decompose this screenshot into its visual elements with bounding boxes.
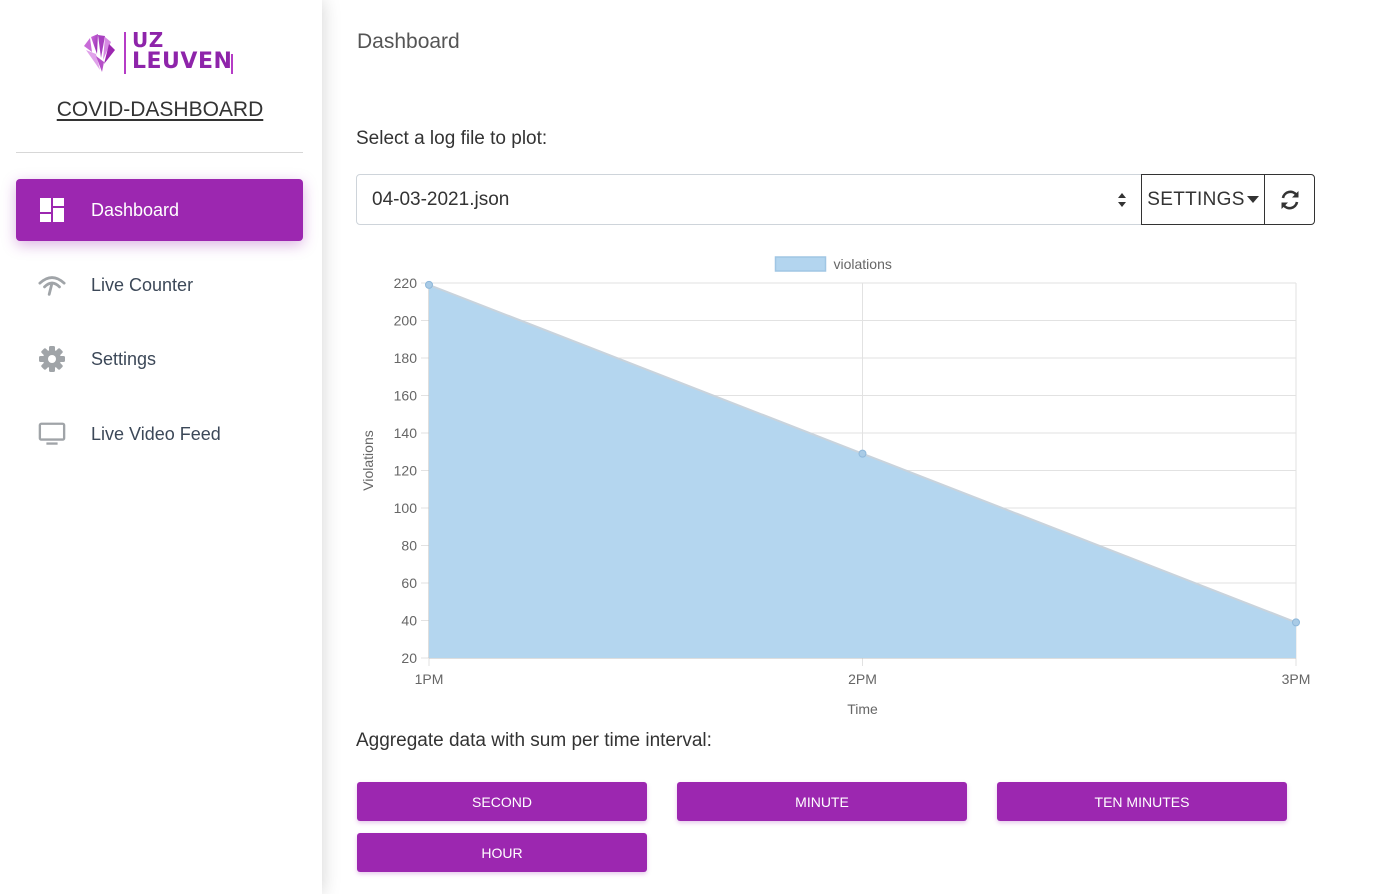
settings-dropdown-button[interactable]: SETTINGS bbox=[1141, 174, 1265, 225]
refresh-button[interactable] bbox=[1264, 174, 1315, 225]
select-updown-icon bbox=[1117, 192, 1127, 208]
y-tick-label: 220 bbox=[394, 275, 418, 291]
dashboard-icon bbox=[38, 196, 66, 224]
sidebar-item-settings[interactable]: Settings bbox=[16, 328, 303, 390]
x-tick-label: 2PM bbox=[848, 671, 877, 687]
logo-line-2: LEUVEN bbox=[132, 49, 233, 74]
sidebar-item-label: Live Counter bbox=[91, 274, 194, 295]
y-axis-title: Violations bbox=[360, 430, 376, 490]
sidebar-item-label: Dashboard bbox=[91, 199, 180, 220]
y-tick-label: 80 bbox=[401, 538, 417, 554]
y-tick-label: 120 bbox=[394, 463, 418, 479]
data-point bbox=[425, 280, 433, 289]
y-tick-label: 160 bbox=[394, 388, 418, 404]
log-file-select[interactable]: 04-03-2021.json bbox=[356, 174, 1142, 225]
refresh-icon bbox=[1281, 190, 1298, 209]
legend-label-violations: violations bbox=[834, 256, 892, 272]
log-file-select-value: 04-03-2021.json bbox=[372, 188, 510, 210]
y-tick-label: 20 bbox=[401, 650, 417, 666]
logo-divider-right bbox=[231, 54, 233, 74]
brand-link[interactable]: COVID-DASHBOARD bbox=[0, 98, 320, 122]
sidebar-item-label: Settings bbox=[91, 348, 157, 369]
sidebar-item-live-counter[interactable]: Live Counter bbox=[16, 254, 303, 316]
logo-divider bbox=[124, 32, 126, 74]
y-tick-label: 180 bbox=[394, 350, 418, 366]
y-tick-label: 60 bbox=[401, 575, 417, 591]
y-tick-label: 140 bbox=[394, 425, 418, 441]
x-tick-label: 3PM bbox=[1282, 671, 1311, 687]
aggregate-second-button[interactable]: SECOND bbox=[357, 782, 647, 821]
y-tick-label: 40 bbox=[401, 613, 417, 629]
sidebar-item-dashboard[interactable]: Dashboard bbox=[16, 179, 303, 241]
aggregate-hour-button[interactable]: HOUR bbox=[357, 833, 647, 872]
select-log-label: Select a log file to plot: bbox=[356, 128, 548, 149]
y-tick-label: 100 bbox=[394, 500, 418, 516]
violations-chart: 220 200 180 160 140 120 100 80 60 40 20 1PM 2PM 3PM Ti… bbox=[356, 248, 1322, 724]
uz-leuven-logo[interactable]: UZ LEUVEN bbox=[80, 29, 240, 76]
legend-swatch-violations bbox=[774, 256, 827, 272]
logo-text: UZ LEUVEN bbox=[132, 29, 232, 73]
wifi-counter-icon bbox=[38, 271, 66, 299]
monitor-icon bbox=[38, 420, 66, 448]
data-point bbox=[1292, 618, 1300, 627]
logo-mark-icon bbox=[84, 34, 115, 72]
x-axis-title: Time bbox=[847, 701, 878, 717]
sidebar: UZ LEUVEN COVID-DASHBOARD Dashboard Live… bbox=[0, 0, 322, 894]
aggregate-minute-button[interactable]: MINUTE bbox=[677, 782, 967, 821]
logo-line-1: UZ bbox=[132, 28, 164, 52]
main-content: Dashboard Select a log file to plot: 04-… bbox=[322, 0, 1376, 894]
sidebar-item-live-video-feed[interactable]: Live Video Feed bbox=[16, 403, 303, 465]
page-title: Dashboard bbox=[357, 30, 460, 53]
data-point bbox=[858, 449, 867, 458]
x-tick-label: 1PM bbox=[415, 671, 444, 687]
gear-icon bbox=[38, 345, 66, 373]
sidebar-item-label: Live Video Feed bbox=[91, 423, 221, 444]
aggregate-ten-minutes-button[interactable]: TEN MINUTES bbox=[997, 782, 1287, 821]
chart-svg: 220 200 180 160 140 120 100 80 60 40 20 1PM 2PM 3PM Ti… bbox=[360, 256, 1311, 717]
caret-down-icon bbox=[1246, 196, 1259, 203]
y-tick-label: 200 bbox=[394, 313, 418, 329]
sidebar-divider bbox=[16, 152, 303, 153]
aggregate-label: Aggregate data with sum per time interva… bbox=[356, 730, 712, 751]
settings-button-label: SETTINGS bbox=[1147, 188, 1245, 210]
